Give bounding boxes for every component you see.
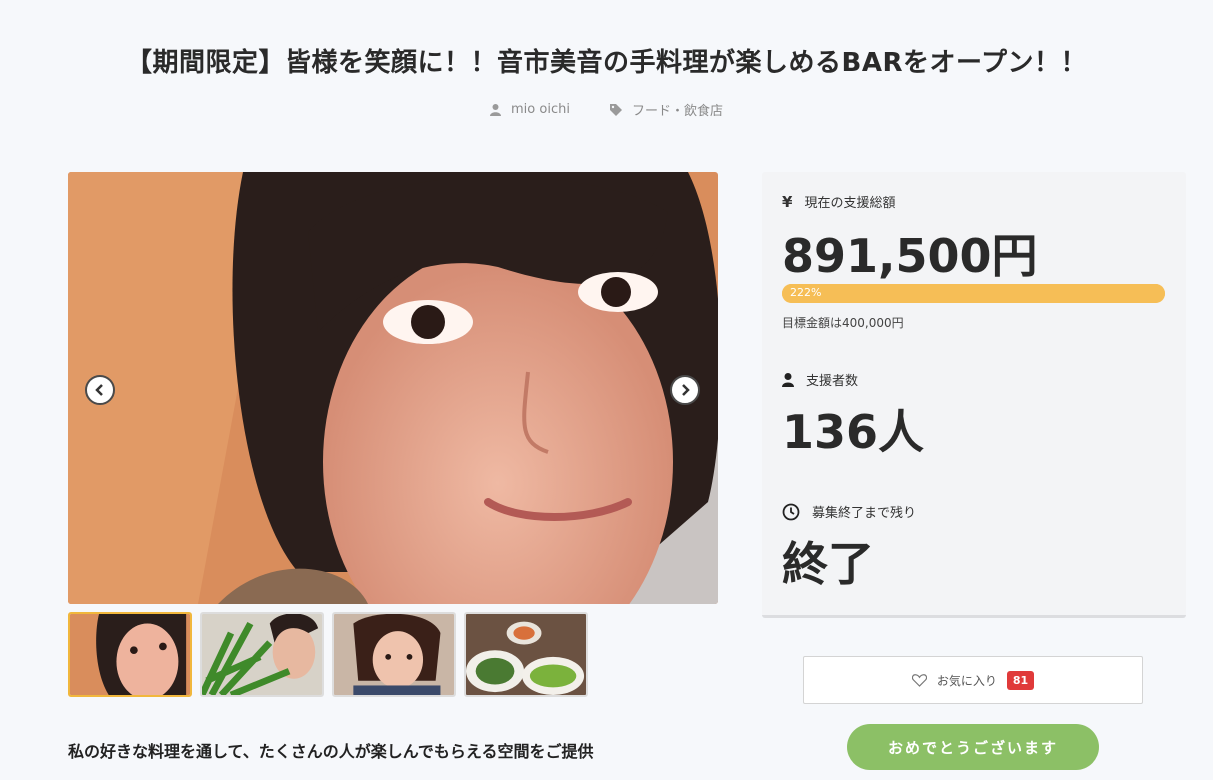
favorite-count-badge: 81 xyxy=(1006,670,1035,690)
thumbnail-image xyxy=(202,614,322,695)
page-title: 【期間限定】皆様を笑顔に！！音市美音の手料理が楽しめるBARをオープン！！ xyxy=(126,48,1087,78)
clock-icon xyxy=(782,503,800,520)
thumbnail-image xyxy=(466,614,586,695)
thumbnail-2[interactable] xyxy=(200,612,324,697)
remaining-time: 終了 xyxy=(782,537,874,591)
remaining-label-row: 募集終了まで残り xyxy=(782,502,916,521)
prev-photo-button[interactable] xyxy=(85,375,115,405)
tag-icon xyxy=(609,103,622,116)
project-subtitle: 私の好きな料理を通して、たくさんの人が楽しんでもらえる空間をご提供 xyxy=(68,742,594,761)
favorite-label: お気に入り xyxy=(936,673,997,688)
chevron-right-icon xyxy=(682,384,690,396)
author-link[interactable]: mio oichi xyxy=(490,100,570,119)
funding-progress-bar: 222% xyxy=(782,284,1165,303)
author-name: mio oichi xyxy=(511,102,570,117)
category-name: フード・飲食店 xyxy=(631,104,723,119)
thumbnail-4[interactable] xyxy=(464,612,588,697)
thumbnail-1[interactable] xyxy=(68,612,192,697)
yen-icon: ¥ xyxy=(782,192,793,211)
total-label: 現在の支援総額 xyxy=(804,196,896,211)
supporters-count: 136人 xyxy=(782,405,925,459)
supporters-label: 支援者数 xyxy=(806,374,859,389)
remaining-label: 募集終了まで残り xyxy=(812,506,917,521)
favorite-button[interactable]: お気に入り 81 xyxy=(803,656,1143,704)
goal-amount: 目標金額は400,000円 xyxy=(782,316,904,330)
progress-percent: 222% xyxy=(790,286,822,299)
stats-panel: ¥ 現在の支援総額 891,500円 222% 目標金額は400,000円 支援… xyxy=(762,172,1186,618)
main-photo-image xyxy=(68,172,718,604)
thumbnail-3[interactable] xyxy=(332,612,456,697)
heart-icon xyxy=(911,673,927,687)
main-photo xyxy=(68,172,718,604)
user-icon xyxy=(490,103,502,116)
next-photo-button[interactable] xyxy=(670,375,700,405)
user-icon xyxy=(782,372,794,387)
project-meta: mio oichi フード・飲食店 xyxy=(0,100,1213,119)
congrats-button[interactable]: おめでとうございます xyxy=(847,724,1099,770)
thumbnail-image xyxy=(70,614,190,695)
thumbnail-strip xyxy=(68,612,588,697)
progress-fill xyxy=(782,284,1165,303)
total-label-row: ¥ 現在の支援総額 xyxy=(782,192,896,212)
category-link[interactable]: フード・飲食店 xyxy=(609,100,723,119)
total-amount: 891,500円 xyxy=(782,229,1038,283)
supporters-label-row: 支援者数 xyxy=(782,370,858,389)
thumbnail-image xyxy=(334,614,454,695)
chevron-left-icon xyxy=(95,384,103,396)
